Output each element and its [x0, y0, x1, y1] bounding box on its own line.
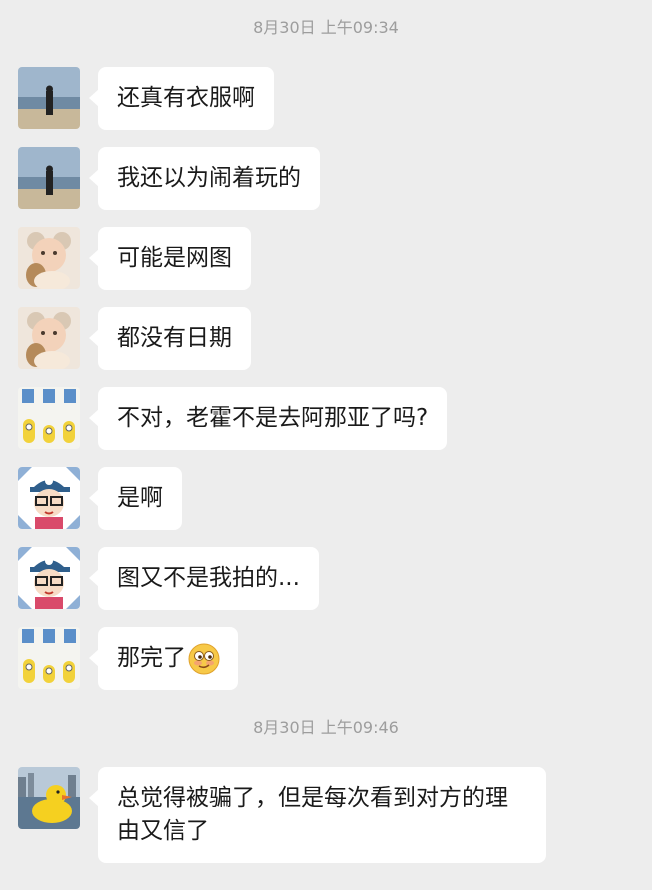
message-row: 还真有衣服啊	[18, 67, 652, 130]
yellow-duck-avatar[interactable]	[18, 767, 80, 829]
beach-man-avatar[interactable]	[18, 67, 80, 129]
baby-avatar[interactable]	[18, 307, 80, 369]
message-bubble[interactable]: 是啊	[89, 467, 182, 530]
minions-avatar[interactable]	[18, 627, 80, 689]
beach-man-avatar[interactable]	[18, 147, 80, 209]
smirk-emoji-icon	[188, 643, 220, 674]
timestamp: 8月30日 上午09:34	[253, 18, 399, 37]
message-bubble[interactable]: 可能是网图	[89, 227, 251, 290]
message-row: 是啊	[18, 467, 652, 530]
message-bubble[interactable]: 都没有日期	[89, 307, 251, 370]
message-row: 都没有日期	[18, 307, 652, 370]
message-bubble[interactable]: 还真有衣服啊	[89, 67, 274, 130]
message-text: 我还以为闹着玩的	[117, 165, 301, 191]
minions-avatar[interactable]	[18, 387, 80, 449]
message-bubble[interactable]: 总觉得被骗了，但是每次看到对方的理由又信了	[89, 767, 546, 863]
message-text: 还真有衣服啊	[117, 85, 255, 111]
message-row: 那完了	[18, 627, 652, 690]
message-row: 可能是网图	[18, 227, 652, 290]
message-text: 可能是网图	[117, 245, 232, 271]
message-bubble[interactable]: 图又不是我拍的...	[89, 547, 319, 610]
message-row: 总觉得被骗了，但是每次看到对方的理由又信了	[18, 767, 652, 863]
message-row: 不对，老霍不是去阿那亚了吗?	[18, 387, 652, 450]
baby-avatar[interactable]	[18, 227, 80, 289]
message-text: 图又不是我拍的...	[117, 565, 300, 591]
cartoon-boy-avatar[interactable]	[18, 547, 80, 609]
message-bubble[interactable]: 不对，老霍不是去阿那亚了吗?	[88, 387, 448, 450]
message-text: 不对，老霍不是去阿那亚了吗?	[117, 405, 429, 431]
timestamp: 8月30日 上午09:46	[253, 718, 399, 737]
message-bubble[interactable]: 那完了	[89, 627, 238, 690]
message-bubble[interactable]: 我还以为闹着玩的	[89, 147, 320, 210]
message-text: 都没有日期	[117, 325, 232, 351]
cartoon-boy-avatar[interactable]	[18, 467, 80, 529]
message-text: 那完了	[117, 645, 186, 671]
message-text: 是啊	[117, 485, 163, 511]
message-row: 图又不是我拍的...	[18, 547, 652, 610]
message-text: 总觉得被骗了，但是每次看到对方的理由又信了	[117, 785, 508, 844]
message-row: 我还以为闹着玩的	[18, 147, 652, 210]
